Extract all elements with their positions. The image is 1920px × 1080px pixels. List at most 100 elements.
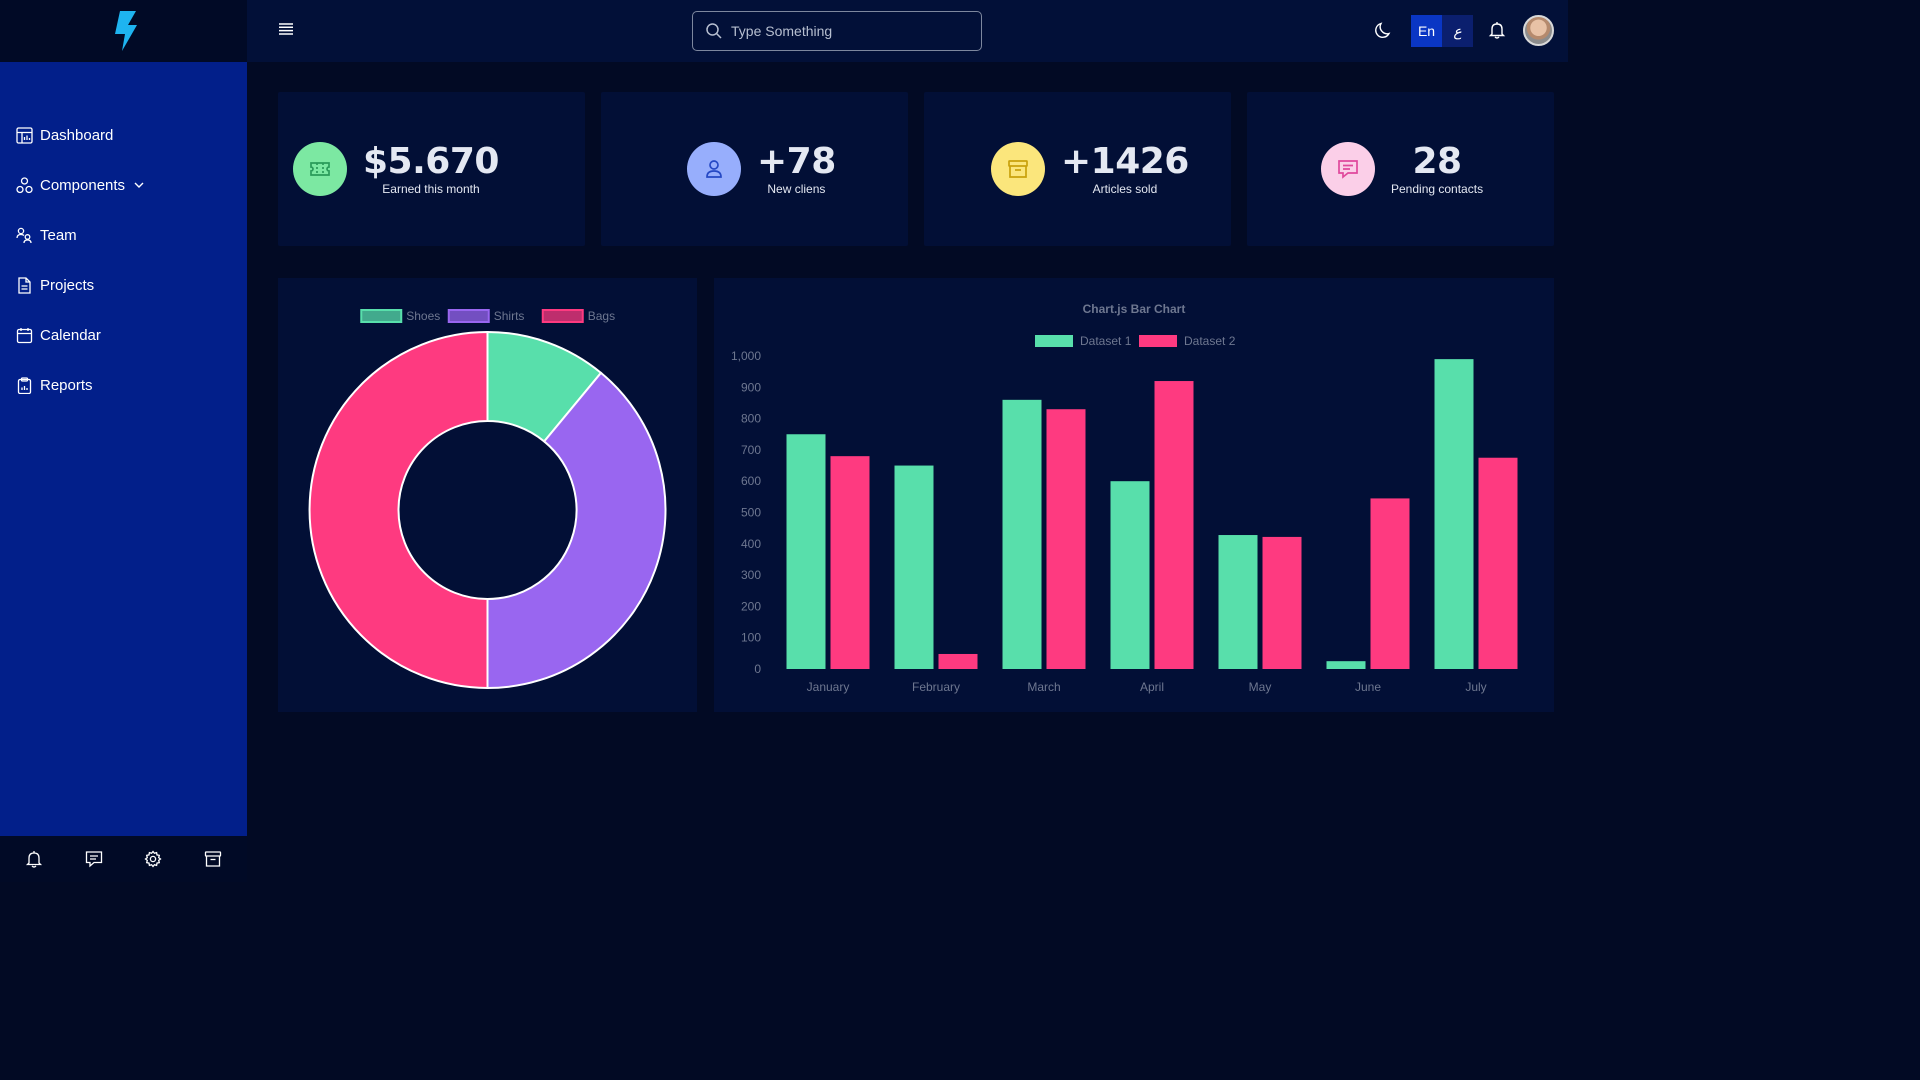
y-tick-label: 1,000 xyxy=(731,349,761,363)
stat-card-earnings: $5.670 Earned this month xyxy=(278,92,585,246)
chat-icon xyxy=(1321,142,1375,196)
search-icon xyxy=(706,23,722,39)
logo[interactable] xyxy=(0,0,247,62)
bar-dataset-2-january xyxy=(830,456,870,669)
legend-label: Shoes xyxy=(406,309,440,323)
chevron-down-icon[interactable] xyxy=(133,179,145,191)
bar-dataset-1-april xyxy=(1110,481,1150,669)
y-tick-label: 200 xyxy=(741,599,761,613)
moon-icon[interactable] xyxy=(1375,21,1395,41)
search-box xyxy=(692,11,982,51)
x-tick-label: February xyxy=(912,680,960,694)
stat-label: Earned this month xyxy=(382,181,480,196)
sidebar-item-label: Components xyxy=(40,176,126,194)
document-icon xyxy=(16,276,33,294)
y-tick-label: 700 xyxy=(741,443,761,457)
legend-swatch xyxy=(1035,335,1073,347)
legend-label: Dataset 1 xyxy=(1080,334,1132,348)
team-icon xyxy=(16,227,33,244)
sidebar-item-label: Projects xyxy=(40,276,95,294)
legend-swatch xyxy=(1139,335,1177,347)
bar-dataset-1-february xyxy=(894,465,934,669)
components-icon xyxy=(16,176,33,194)
lightning-bolt-icon xyxy=(114,11,137,51)
stat-label: New cliens xyxy=(767,181,826,196)
doughnut-chart-panel: Shoes Shirts Bags xyxy=(278,278,697,712)
bar-dataset-2-may xyxy=(1262,536,1302,669)
bar-dataset-2-march xyxy=(1046,409,1086,669)
topbar: En ع xyxy=(247,0,1568,62)
bar-dataset-2-june xyxy=(1370,498,1410,669)
x-tick-label: June xyxy=(1355,680,1381,694)
y-tick-label: 100 xyxy=(741,631,761,645)
legend-label: Bags xyxy=(588,309,615,323)
pie-slice-bags xyxy=(308,330,489,690)
archive-icon xyxy=(991,142,1045,196)
sidebar-item-dashboard[interactable]: Dashboard xyxy=(0,110,247,160)
stat-value: 28 xyxy=(1412,140,1462,182)
sidebar-item-team[interactable]: Team xyxy=(0,210,247,260)
legend-swatch xyxy=(360,309,403,323)
sidebar-item-projects[interactable]: Projects xyxy=(0,260,247,310)
clipboard-icon xyxy=(16,376,33,394)
x-tick-label: March xyxy=(1027,680,1060,694)
chat-icon[interactable] xyxy=(77,842,111,876)
sidebar-footer xyxy=(0,836,247,882)
stat-card-articles-sold: +1426 Articles sold xyxy=(924,92,1231,246)
sidebar-item-calendar[interactable]: Calendar xyxy=(0,310,247,360)
legend-label: Shirts xyxy=(494,309,525,323)
x-tick-label: May xyxy=(1249,680,1272,694)
search-input[interactable] xyxy=(731,23,971,39)
language-en-button[interactable]: En xyxy=(1411,15,1442,47)
bar-dataset-1-july xyxy=(1434,359,1474,669)
y-tick-label: 400 xyxy=(741,537,761,551)
sidebar-item-label: Reports xyxy=(40,376,93,394)
ticket-icon xyxy=(293,142,347,196)
stat-label: Articles sold xyxy=(1092,181,1158,196)
x-tick-label: January xyxy=(807,680,850,694)
chart-title: Chart.js Bar Chart xyxy=(1083,302,1186,316)
legend-swatch xyxy=(541,309,584,323)
bar-chart-panel: Chart.js Bar Chart Dataset 1 Dataset 2 0 100… xyxy=(714,278,1554,712)
bell-icon[interactable] xyxy=(17,842,51,876)
bar-dataset-1-january xyxy=(786,434,826,669)
bar-dataset-1-march xyxy=(1002,399,1042,669)
sidebar-item-label: Team xyxy=(40,226,77,244)
sidebar-item-components[interactable]: Components xyxy=(0,160,247,210)
legend-label: Dataset 2 xyxy=(1184,334,1236,348)
y-tick-label: 300 xyxy=(741,568,761,582)
language-ar-button[interactable]: ع xyxy=(1442,15,1473,47)
stat-card-pending-contacts: 28 Pending contacts xyxy=(1247,92,1554,246)
y-tick-label: 0 xyxy=(754,662,761,676)
user-icon xyxy=(687,142,741,196)
stat-value: $5.670 xyxy=(363,140,499,182)
calendar-icon xyxy=(16,327,33,344)
language-switcher: En ع xyxy=(1411,15,1473,47)
bar-dataset-2-april xyxy=(1154,381,1194,669)
y-tick-label: 900 xyxy=(741,380,761,394)
dashboard-icon xyxy=(16,126,33,144)
stat-label: Pending contacts xyxy=(1391,181,1484,196)
stat-value: +78 xyxy=(757,140,836,182)
hamburger-icon[interactable] xyxy=(277,20,297,40)
doughnut-chart: Shoes Shirts Bags xyxy=(308,309,667,690)
bell-icon[interactable] xyxy=(1488,21,1508,41)
stat-value: +1426 xyxy=(1061,140,1189,182)
x-tick-label: July xyxy=(1465,680,1486,694)
bar-dataset-1-june xyxy=(1326,661,1366,669)
avatar[interactable] xyxy=(1523,15,1554,46)
bar-dataset-2-february xyxy=(938,653,978,669)
y-tick-label: 800 xyxy=(741,412,761,426)
legend-swatch xyxy=(447,309,490,323)
stat-card-new-clients: +78 New cliens xyxy=(601,92,908,246)
gear-icon[interactable] xyxy=(136,842,170,876)
y-tick-label: 600 xyxy=(741,474,761,488)
bar-chart: Chart.js Bar Chart Dataset 1 Dataset 2 0 100… xyxy=(731,302,1518,694)
sidebar: Dashboard Components Team Projects Calen… xyxy=(0,62,247,882)
bar-dataset-1-may xyxy=(1218,535,1258,669)
sidebar-item-label: Dashboard xyxy=(40,126,114,144)
y-tick-label: 500 xyxy=(741,506,761,520)
archive-icon[interactable] xyxy=(196,842,230,876)
sidebar-item-reports[interactable]: Reports xyxy=(0,360,247,410)
x-tick-label: April xyxy=(1140,680,1164,694)
